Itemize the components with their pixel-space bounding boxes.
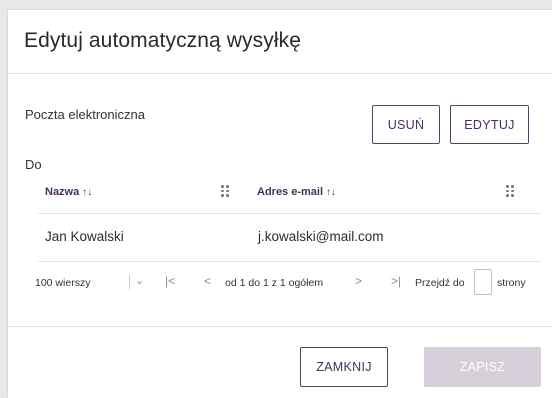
rows-per-page-label: 100 wierszy	[35, 277, 91, 289]
cell-email: j.kowalski@mail.com	[258, 229, 384, 244]
column-header-name[interactable]: Nazwa ↑↓	[45, 186, 92, 198]
save-button[interactable]: ZAPISZ	[424, 347, 541, 387]
channel-label: Poczta elektroniczna	[25, 107, 145, 122]
table-divider	[38, 213, 541, 214]
dialog-header: Edytuj automatyczną wysyłkę	[8, 10, 552, 74]
previous-page-icon[interactable]: <	[204, 274, 211, 288]
column-header-email-label: Adres e-mail	[257, 186, 324, 198]
cell-name: Jan Kowalski	[45, 229, 124, 244]
last-page-icon[interactable]: >|	[391, 274, 401, 288]
goto-page-label: Przejdź do	[415, 277, 465, 289]
column-header-name-label: Nazwa	[45, 186, 80, 198]
pagination-range: od 1 do 1 z 1 ogółem	[225, 277, 324, 289]
next-page-icon[interactable]: >	[355, 274, 362, 288]
sort-icon[interactable]: ↑↓	[82, 187, 92, 198]
column-header-email[interactable]: Adres e-mail ↑↓	[257, 186, 336, 198]
chevron-down-icon[interactable]: ⌄	[135, 274, 144, 287]
edit-auto-send-dialog: Edytuj automatyczną wysyłkę Poczta elekt…	[8, 10, 552, 398]
edit-button[interactable]: EDYTUJ	[450, 105, 529, 144]
column-drag-handle-icon[interactable]	[506, 185, 516, 199]
column-drag-handle-icon[interactable]	[221, 185, 231, 199]
recipients-label: Do	[25, 157, 42, 172]
pager-divider	[129, 275, 130, 289]
sort-icon[interactable]: ↑↓	[326, 187, 336, 198]
goto-page-input[interactable]	[474, 269, 492, 295]
close-button[interactable]: ZAMKNIJ	[300, 347, 388, 387]
first-page-icon[interactable]: |<	[165, 274, 175, 288]
footer-divider	[8, 326, 552, 327]
goto-page-suffix: strony	[497, 277, 526, 289]
table-divider	[38, 261, 541, 262]
delete-button[interactable]: USUŃ	[372, 105, 440, 144]
dialog-title: Edytuj automatyczną wysyłkę	[24, 29, 301, 52]
